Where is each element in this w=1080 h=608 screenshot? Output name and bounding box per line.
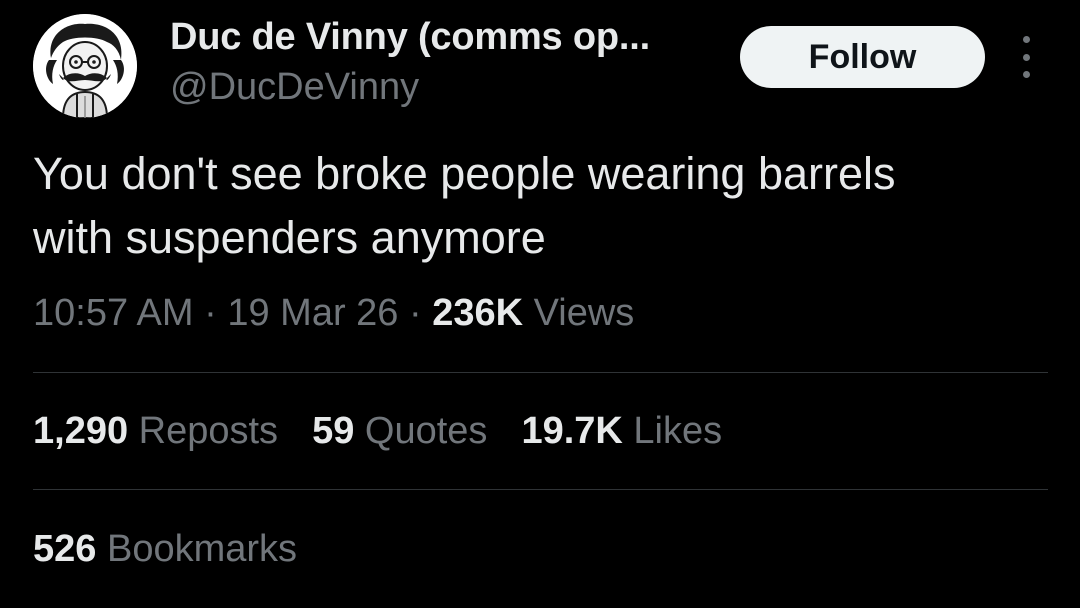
likes-stat[interactable]: 19.7K Likes — [521, 410, 722, 453]
meta-separator: · — [409, 292, 422, 334]
bookmarks-count: 526 — [33, 528, 97, 570]
likes-label: Likes — [633, 410, 723, 452]
reposts-label: Reposts — [138, 410, 279, 452]
tweet-meta: 10:57 AM · 19 Mar 26 · 236K Views — [33, 292, 634, 335]
tweet-time[interactable]: 10:57 AM — [33, 292, 194, 334]
quotes-count: 59 — [312, 410, 355, 452]
avatar[interactable] — [33, 14, 137, 118]
more-vertical-icon[interactable] — [1010, 36, 1042, 78]
likes-count: 19.7K — [521, 410, 623, 452]
more-dot — [1022, 53, 1030, 61]
divider — [33, 372, 1048, 373]
views-count: 236K — [432, 292, 524, 334]
tweet-text-line: with suspenders anymore — [33, 212, 546, 263]
reposts-count: 1,290 — [33, 410, 129, 452]
meta-separator: · — [204, 292, 217, 334]
author-display-name[interactable]: Duc de Vinny (comms op... — [170, 16, 650, 59]
more-dot — [1022, 36, 1030, 43]
author-handle[interactable]: @DucDeVinny — [170, 66, 419, 109]
tweet-text-line: You don't see broke people wearing barre… — [33, 148, 896, 199]
reposts-stat[interactable]: 1,290 Reposts — [33, 410, 278, 453]
quotes-label: Quotes — [364, 410, 488, 452]
tweet-date[interactable]: 19 Mar 26 — [227, 292, 398, 334]
views-label: Views — [533, 292, 635, 334]
divider — [33, 489, 1048, 490]
follow-button[interactable]: Follow — [740, 26, 985, 88]
tweet-text: You don't see broke people wearing barre… — [33, 142, 1043, 270]
tweet-card: Duc de Vinny (comms op... @DucDeVinny Fo… — [0, 0, 1080, 608]
bookmarks-stat[interactable]: 526 Bookmarks — [33, 528, 297, 571]
quotes-stat[interactable]: 59 Quotes — [312, 410, 487, 453]
engagement-stats: 1,290 Reposts 59 Quotes 19.7K Likes — [33, 410, 722, 453]
cartoon-mustache-man-avatar-icon — [33, 14, 137, 118]
more-dot — [1022, 71, 1030, 78]
bookmarks-label: Bookmarks — [106, 528, 298, 570]
